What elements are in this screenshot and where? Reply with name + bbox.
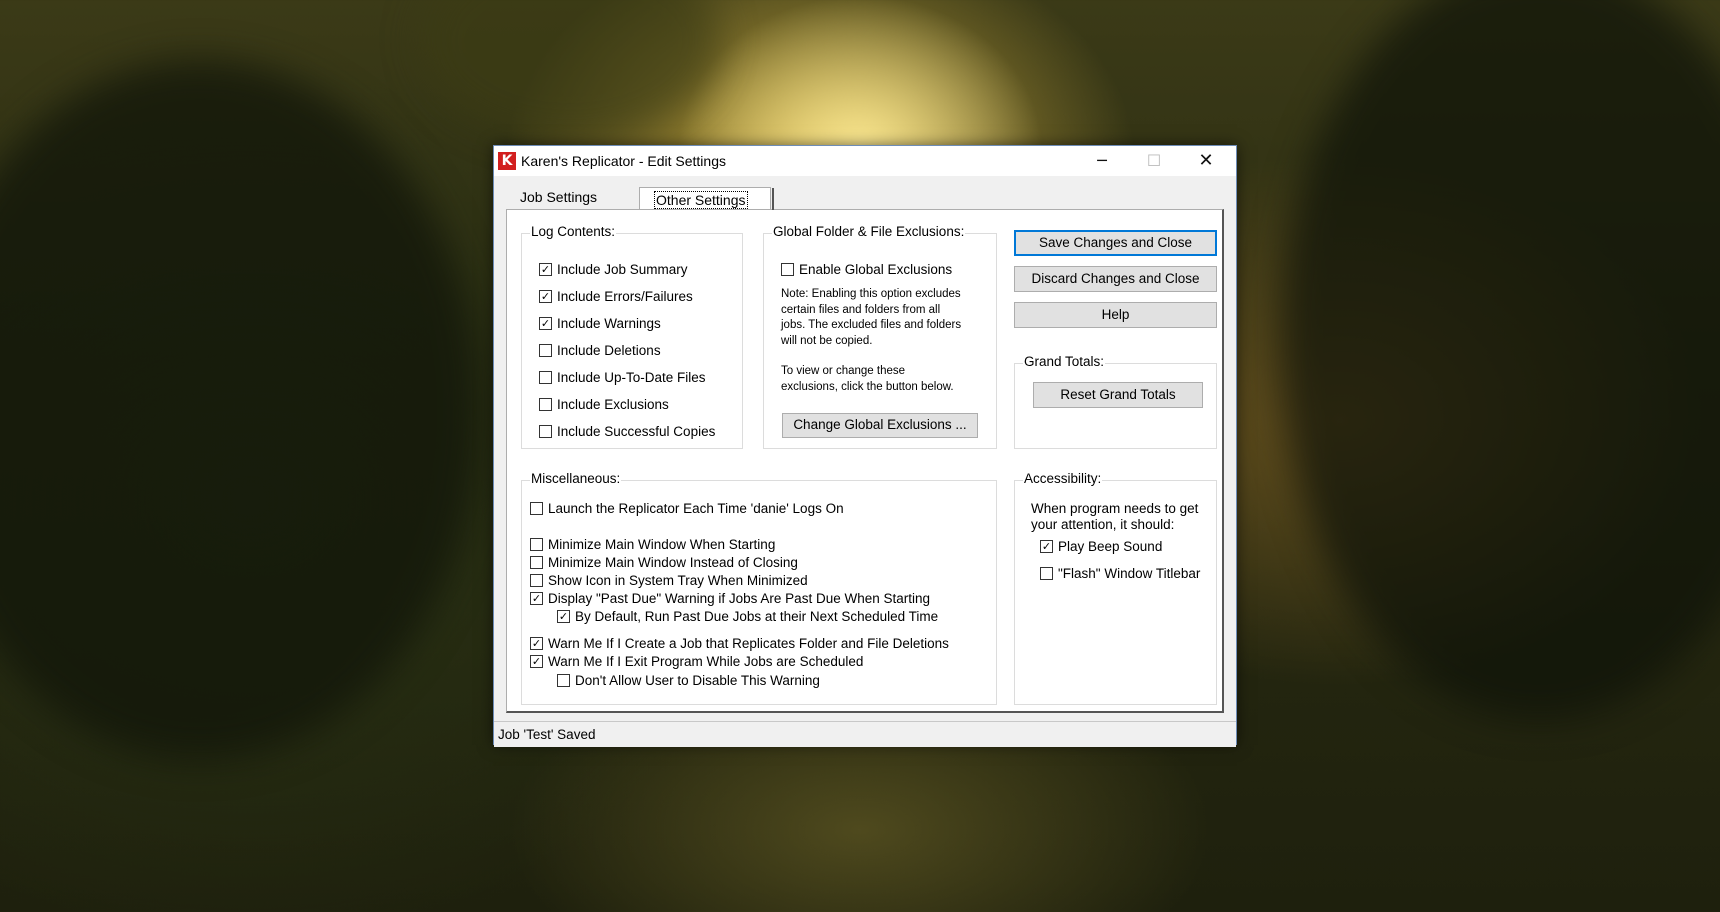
app-icon: K	[498, 152, 516, 170]
grand-totals-group: Grand Totals: Reset Grand Totals	[1014, 354, 1217, 449]
accessibility-prompt: When program needs to get your attention…	[1031, 501, 1198, 533]
misc-option-label: Minimize Main Window Instead of Closing	[548, 555, 798, 570]
misc-option-label: Display "Past Due" Warning if Jobs Are P…	[548, 591, 931, 606]
tab-other-settings[interactable]: Other Settings	[639, 187, 774, 210]
settings-dialog: K Karen's Replicator - Edit Settings ─ ☐…	[493, 145, 1237, 747]
checkmark-icon[interactable]: ✓	[530, 637, 543, 650]
log-option-label: Include Deletions	[557, 343, 661, 358]
checkbox-box[interactable]	[539, 371, 552, 384]
note-line: certain files and folders from all	[781, 303, 941, 316]
misc-option-label: Minimize Main Window When Starting	[548, 537, 776, 552]
save-changes-button[interactable]: Save Changes and Close	[1014, 230, 1217, 256]
global-exclusions-title: Global Folder & File Exclusions:	[772, 224, 966, 239]
tab-panel: Log Contents: ✓ Include Job Summary ✓ Inclu…	[506, 209, 1224, 713]
grand-totals-title: Grand Totals:	[1023, 354, 1106, 369]
prompt-line: When program needs to get	[1031, 501, 1199, 516]
note-line: will not be copied.	[781, 334, 873, 347]
checkbox-box[interactable]	[530, 502, 543, 515]
close-button[interactable]: ✕	[1183, 146, 1229, 176]
checkmark-icon[interactable]: ✓	[530, 655, 543, 668]
reset-grand-totals-button[interactable]: Reset Grand Totals	[1033, 382, 1203, 408]
tab-job-settings[interactable]: Job Settings	[520, 189, 597, 205]
window-title: Karen's Replicator - Edit Settings	[521, 153, 726, 169]
note-line: To view or change these	[781, 365, 906, 377]
log-option-label: Include Successful Copies	[557, 424, 716, 439]
misc-option-label: Warn Me If I Exit Program While Jobs are…	[548, 654, 864, 669]
log-option-label: Include Warnings	[557, 316, 661, 331]
checkbox-box[interactable]	[557, 674, 570, 687]
checkbox-box[interactable]	[530, 556, 543, 569]
checkmark-icon[interactable]: ✓	[1040, 540, 1053, 553]
title-bar[interactable]: K Karen's Replicator - Edit Settings ─ ☐…	[494, 146, 1236, 176]
miscellaneous-group: Miscellaneous: Launch the Replicator Eac…	[521, 471, 997, 705]
minimize-button[interactable]: ─	[1079, 146, 1125, 176]
prompt-line: your attention, it should:	[1031, 517, 1175, 532]
log-option-label: Include Errors/Failures	[557, 289, 693, 304]
misc-option-label: Don't Allow User to Disable This Warning	[575, 673, 820, 688]
misc-option-label: Warn Me If I Create a Job that Replicate…	[548, 636, 949, 651]
checkbox-box[interactable]	[1040, 567, 1053, 580]
exclusions-note: Note: Enabling this option excludes cert…	[781, 287, 961, 395]
note-line: exclusions, click the button below.	[781, 380, 954, 393]
checkmark-icon[interactable]: ✓	[539, 317, 552, 330]
maximize-button[interactable]: ☐	[1131, 146, 1177, 176]
miscellaneous-title: Miscellaneous:	[530, 471, 622, 486]
background-foliage-top	[420, 0, 720, 140]
change-global-exclusions-button[interactable]: Change Global Exclusions ...	[782, 413, 978, 438]
log-option-label: Include Exclusions	[557, 397, 669, 412]
accessibility-title: Accessibility:	[1023, 471, 1103, 486]
global-exclusions-group: Global Folder & File Exclusions: Enable …	[763, 224, 997, 449]
background-foliage-right	[1280, 0, 1720, 720]
log-contents-group: Log Contents: ✓ Include Job Summary ✓ Inclu…	[521, 224, 743, 449]
log-option-label: Include Up-To-Date Files	[557, 370, 706, 385]
accessibility-group: Accessibility: When program needs to get…	[1014, 471, 1217, 705]
checkbox-box[interactable]	[781, 263, 794, 276]
checkbox-box[interactable]	[539, 398, 552, 411]
checkbox-box[interactable]	[539, 425, 552, 438]
background-foliage-left	[0, 60, 480, 760]
help-button[interactable]: Help	[1014, 302, 1217, 328]
checkbox-box[interactable]	[530, 538, 543, 551]
log-option-label: Include Job Summary	[557, 262, 688, 277]
accessibility-option-label: "Flash" Window Titlebar	[1058, 566, 1201, 581]
checkmark-icon[interactable]: ✓	[530, 592, 543, 605]
log-contents-title: Log Contents:	[530, 224, 617, 239]
misc-option-label: Show Icon in System Tray When Minimized	[548, 573, 808, 588]
status-bar: Job 'Test' Saved	[494, 721, 1236, 747]
checkbox-box[interactable]	[530, 574, 543, 587]
tab-other-settings-label: Other Settings	[654, 191, 748, 209]
checkmark-icon[interactable]: ✓	[557, 610, 570, 623]
checkmark-icon[interactable]: ✓	[539, 263, 552, 276]
checkbox-box[interactable]	[539, 344, 552, 357]
note-line: jobs. The excluded files and folders	[781, 319, 962, 331]
status-text: Job 'Test' Saved	[498, 727, 596, 742]
discard-changes-button[interactable]: Discard Changes and Close	[1014, 266, 1217, 292]
accessibility-option-label: Play Beep Sound	[1058, 539, 1163, 554]
enable-global-exclusions-label: Enable Global Exclusions	[799, 262, 953, 277]
checkmark-icon[interactable]: ✓	[539, 290, 552, 303]
note-line: Note: Enabling this option excludes	[781, 288, 961, 300]
misc-option-label: Launch the Replicator Each Time 'danie' …	[548, 501, 844, 516]
misc-option-label: By Default, Run Past Due Jobs at their N…	[575, 609, 939, 624]
